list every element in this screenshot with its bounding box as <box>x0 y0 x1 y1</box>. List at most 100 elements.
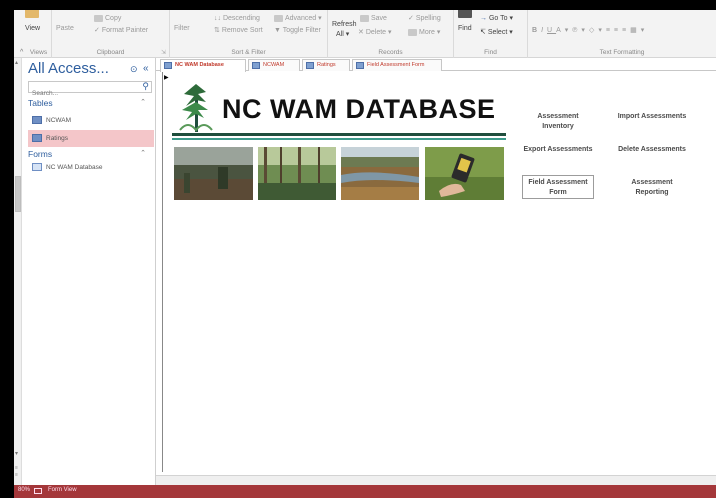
views-caption: Views <box>29 49 48 56</box>
bold-icon[interactable]: B <box>532 27 541 34</box>
tab-nc-wam-database[interactable]: NC WAM Database <box>160 59 246 72</box>
sort-filter-group: Filter ↓↓ Descending Advanced ▾ ⇅ Remove… <box>170 10 328 58</box>
search-icon[interactable]: ⚲ <box>142 81 149 92</box>
form-icon <box>32 163 42 171</box>
goto-arrow-icon: → <box>480 15 489 22</box>
toggle-filter-button[interactable]: ▼ Toggle Filter <box>274 26 321 35</box>
collapse-caret-icon[interactable]: ^ <box>20 49 23 56</box>
field-assessment-form-button[interactable]: Field Assessment Form <box>522 175 594 199</box>
goto-button[interactable]: → Go To ▾ <box>480 14 513 23</box>
assessment-inventory-button[interactable]: Assessment Inventory <box>522 109 594 133</box>
import-assessments-button[interactable]: Import Assessments <box>616 109 688 133</box>
page-indicators[interactable]: ≡ ≡ <box>15 465 18 479</box>
descending-button[interactable]: ↓↓ Descending <box>214 14 260 23</box>
sort-filter-caption: Sort & Filter <box>231 49 266 56</box>
field-device-photo <box>425 147 504 200</box>
spelling-check-icon: ✓ <box>408 15 416 22</box>
cursor-icon: ↸ <box>480 29 488 36</box>
gridlines-icon[interactable]: ▦▾ <box>630 27 648 34</box>
clipboard-group: Paste Copy ✓ Format Painter Clipboard ⇲ <box>52 10 170 58</box>
paste-button[interactable]: Paste <box>56 24 74 33</box>
database-title: NC WAM DATABASE <box>222 94 496 124</box>
advanced-button[interactable]: Advanced ▾ <box>274 14 322 23</box>
select-button[interactable]: ↸ Select ▾ <box>480 28 513 37</box>
nav-menu-dropdown-icon[interactable]: ⊙ <box>130 64 138 75</box>
delete-assessments-button[interactable]: Delete Assessments <box>616 142 688 166</box>
table-icon <box>32 116 42 124</box>
nav-item-label: NCWAM <box>46 117 72 124</box>
header-banner: NC WAM DATABASE <box>172 78 506 142</box>
shutter-bar-close-icon[interactable]: « <box>143 63 149 74</box>
find-caption: Find <box>484 49 497 56</box>
access-window: View ^ Views Paste Copy ✓ Format Painter… <box>14 10 716 498</box>
fill-icon[interactable]: ◇▾ <box>589 27 606 34</box>
underline-icon[interactable]: U <box>547 27 556 34</box>
text-formatting-group: BIUA▾℗▾◇▾≡≡≡▦▾ Text Formatting <box>528 10 716 58</box>
form-icon <box>356 62 364 69</box>
align-icons[interactable]: ≡≡≡ <box>606 27 630 34</box>
nav-item-label: NC WAM Database <box>46 164 103 171</box>
find-button[interactable]: Find <box>458 24 472 33</box>
table-icon <box>32 134 42 142</box>
format-painter-button[interactable]: ✓ Format Painter <box>94 26 148 35</box>
view-button[interactable]: View <box>25 24 40 33</box>
remove-sort-button[interactable]: ⇅ Remove Sort <box>214 26 263 35</box>
nav-item-ratings[interactable]: Ratings <box>28 130 154 147</box>
remove-sort-icon: ⇅ <box>214 27 222 34</box>
refresh-button[interactable]: Refresh <box>332 20 357 29</box>
nav-pane-title[interactable]: All Access... <box>28 60 109 77</box>
table-icon <box>252 62 260 69</box>
nav-item-label: Ratings <box>46 135 69 142</box>
refresh-all-button[interactable]: All ▾ <box>336 30 349 39</box>
tab-ncwam[interactable]: NCWAM <box>248 59 300 71</box>
record-selector-bar[interactable] <box>162 72 163 472</box>
find-icon <box>458 10 474 18</box>
brush-icon: ✓ <box>94 27 102 34</box>
status-zoom-text: 80% <box>18 487 31 493</box>
records-caption: Records <box>378 49 403 56</box>
nav-scrollbar[interactable]: ▴ ▾ ≡ ≡ <box>14 58 22 485</box>
tree-logo-icon <box>178 84 214 135</box>
view-icon <box>25 10 41 18</box>
filter-button[interactable]: Filter <box>174 24 190 33</box>
scroll-thumb[interactable] <box>15 176 21 212</box>
nav-search-input[interactable] <box>29 88 139 99</box>
highlight-icon[interactable]: ℗▾ <box>572 27 589 34</box>
ribbon: View ^ Views Paste Copy ✓ Format Painter… <box>14 10 716 58</box>
nav-search-box[interactable]: ⚲ <box>28 81 152 99</box>
save-button[interactable]: Save <box>360 14 387 23</box>
title-rule-dark <box>172 133 506 136</box>
wetland-photo-3 <box>341 147 419 200</box>
sort-descending-icon: ↓↓ <box>214 15 223 22</box>
nav-section-tables[interactable]: Tables ⌃ <box>28 98 152 110</box>
font-color-icon[interactable]: A▾ <box>556 27 572 34</box>
clipboard-launcher-icon[interactable]: ⇲ <box>161 49 166 56</box>
nav-item-ncwam[interactable]: NCWAM <box>28 112 154 129</box>
delete-button[interactable]: ✕ Delete ▾ <box>358 28 392 37</box>
find-group: Find → Go To ▾ ↸ Select ▾ Find <box>454 10 528 58</box>
spelling-button[interactable]: ✓ Spelling <box>408 14 441 23</box>
wetland-photo-1 <box>174 147 253 200</box>
tab-ratings[interactable]: Ratings <box>302 59 350 71</box>
copy-button[interactable]: Copy <box>94 14 121 23</box>
scroll-up-icon[interactable]: ▴ <box>15 59 18 66</box>
nav-item-nc-wam-database[interactable]: NC WAM Database <box>28 159 154 176</box>
nav-section-label: Forms <box>28 149 53 159</box>
tab-field-assessment-form[interactable]: Field Assessment Form <box>352 59 442 71</box>
assessment-reporting-button[interactable]: Assessment Reporting <box>616 175 688 199</box>
collapse-chevron-icon[interactable]: ⌃ <box>140 98 146 106</box>
clipboard-caption: Clipboard <box>96 49 125 56</box>
table-icon <box>306 62 314 69</box>
form-view-icon[interactable] <box>34 488 42 494</box>
font-style-buttons[interactable]: BIUA▾℗▾◇▾≡≡≡▦▾ <box>532 26 648 35</box>
more-button[interactable]: More ▾ <box>408 28 440 37</box>
copy-icon <box>94 14 103 22</box>
nav-section-label: Tables <box>28 98 53 108</box>
collapse-chevron-icon[interactable]: ⌃ <box>140 149 146 157</box>
scroll-down-icon[interactable]: ▾ <box>15 450 18 457</box>
records-group: Refresh All ▾ Save ✕ Delete ▾ ✓ Spelling… <box>328 10 454 58</box>
horizontal-scrollbar[interactable] <box>156 475 716 485</box>
views-group: View ^ Views <box>14 10 52 58</box>
export-assessments-button[interactable]: Export Assessments <box>522 142 594 166</box>
wetland-photo-2 <box>258 147 336 200</box>
